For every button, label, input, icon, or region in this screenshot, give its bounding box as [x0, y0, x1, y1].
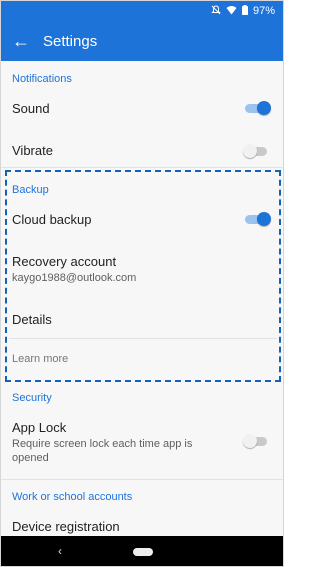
app-bar: ← Settings	[1, 21, 283, 61]
app-lock-description: Require screen lock each time app is ope…	[12, 438, 193, 464]
section-divider	[1, 167, 283, 168]
battery-percent: 97%	[252, 5, 275, 17]
section-header-security: Security	[12, 392, 52, 404]
section-header-backup: Backup	[12, 184, 49, 196]
settings-list: Notifications Sound Vibrate Backup Cloud…	[1, 61, 283, 536]
row-divider	[9, 338, 277, 339]
section-header-notifications: Notifications	[12, 73, 72, 85]
arrow-left-icon[interactable]: ←	[1, 21, 41, 61]
nav-back-icon[interactable]: ‹	[58, 544, 62, 558]
phone-screen: 97% ← Settings Notifications Sound Vibra…	[0, 0, 284, 567]
sound-toggle[interactable]	[245, 101, 271, 115]
system-nav-bar: ‹	[1, 536, 283, 566]
toggle-thumb	[257, 101, 271, 115]
cloud-backup-toggle[interactable]	[245, 212, 271, 226]
wifi-icon	[226, 5, 237, 18]
app-lock-label: App Lock	[12, 420, 67, 435]
recovery-account-label: Recovery account	[12, 254, 117, 269]
app-lock-toggle[interactable]	[243, 434, 269, 448]
vibrate-toggle[interactable]	[243, 144, 269, 158]
toggle-thumb	[243, 434, 257, 448]
setting-cloud-backup-label: Cloud backup	[12, 212, 92, 227]
nav-home-pill-icon[interactable]	[133, 548, 153, 556]
toggle-thumb	[257, 212, 271, 226]
page-title: Settings	[43, 32, 98, 50]
details-item[interactable]: Details	[12, 312, 52, 327]
status-bar: 97%	[1, 1, 283, 21]
setting-sound-label: Sound	[12, 101, 50, 116]
recovery-account-email: kaygo1988@outlook.com	[12, 272, 137, 284]
section-divider	[1, 479, 283, 480]
device-registration-item[interactable]: Device registration	[12, 519, 120, 534]
learn-more-link[interactable]: Learn more	[12, 353, 68, 365]
section-header-work-accounts: Work or school accounts	[12, 491, 133, 503]
setting-vibrate-label: Vibrate	[12, 143, 53, 158]
battery-icon	[241, 4, 248, 18]
toggle-thumb	[243, 144, 257, 158]
bell-off-icon	[211, 4, 221, 18]
